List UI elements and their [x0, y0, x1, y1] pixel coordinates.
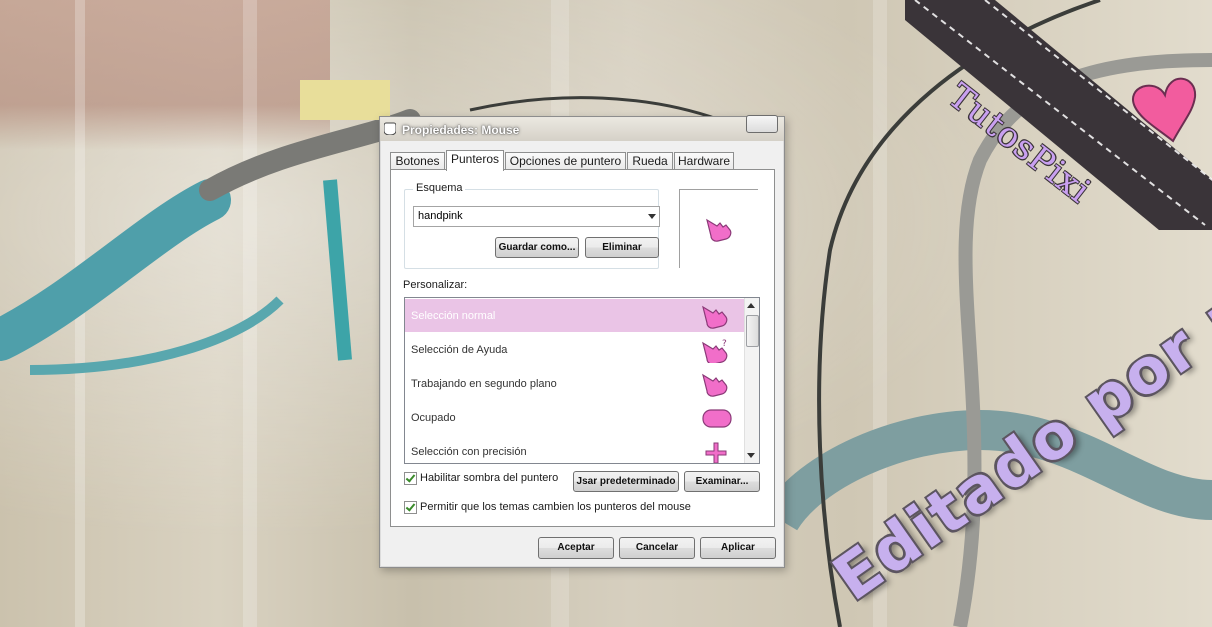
pink-hand-help-icon: ? — [702, 339, 728, 363]
cancel-button[interactable]: Cancelar — [619, 537, 695, 559]
apply-button[interactable]: Aplicar — [700, 537, 776, 559]
tab-punteros[interactable]: Punteros — [446, 150, 504, 171]
chevron-down-icon — [648, 214, 656, 219]
browse-button[interactable]: Examinar... — [684, 471, 760, 492]
mouse-properties-dialog: Propiedades: Mouse Botones Punteros Opci… — [379, 115, 785, 568]
pointer-row-help[interactable]: Selección de Ayuda ? — [405, 333, 744, 366]
pink-hand-pointer-icon — [702, 305, 728, 329]
pointer-row-precision[interactable]: Selección con precisión — [405, 435, 744, 463]
shadow-checkbox[interactable] — [404, 472, 417, 485]
shadow-label: Habilitar sombra del puntero — [420, 472, 559, 484]
pointer-row-label: Selección normal — [411, 310, 496, 322]
pink-crosshair-icon — [705, 442, 727, 463]
tab-rueda[interactable]: Rueda — [627, 152, 673, 170]
mouse-icon — [384, 122, 396, 135]
save-as-button[interactable]: Guardar como... — [495, 237, 579, 258]
pointer-row-label: Selección con precisión — [411, 446, 527, 458]
svg-text:?: ? — [722, 339, 727, 349]
use-default-button[interactable]: Jsar predeterminado — [573, 471, 679, 492]
customize-label: Personalizar: — [403, 279, 468, 291]
pointer-row-busy[interactable]: Ocupado — [405, 401, 744, 434]
scroll-thumb[interactable] — [746, 315, 759, 347]
pink-blob-busy-icon — [702, 409, 732, 428]
pointer-row-label: Ocupado — [411, 412, 456, 424]
pink-hand-pointer-icon — [706, 218, 732, 242]
pointer-preview — [679, 189, 758, 268]
pointer-row-normal[interactable]: Selección normal — [405, 299, 744, 332]
scheme-select-value: handpink — [418, 210, 463, 222]
delete-scheme-button[interactable]: Eliminar — [585, 237, 659, 258]
pointer-list-scrollbar[interactable] — [744, 298, 759, 463]
tab-botones[interactable]: Botones — [390, 152, 445, 170]
ok-button[interactable]: Aceptar — [538, 537, 614, 559]
tab-hardware[interactable]: Hardware — [674, 152, 734, 170]
dialog-title: Propiedades: Mouse — [402, 123, 520, 137]
scroll-up-icon[interactable] — [747, 303, 755, 308]
themes-checkbox[interactable] — [404, 501, 417, 514]
tab-opciones-de-puntero[interactable]: Opciones de puntero — [505, 152, 626, 170]
pointer-row-working[interactable]: Trabajando en segundo plano — [405, 367, 744, 400]
dialog-titlebar[interactable]: Propiedades: Mouse — [380, 115, 784, 141]
pointer-row-label: Trabajando en segundo plano — [411, 378, 557, 390]
close-button[interactable] — [746, 115, 778, 133]
themes-label: Permitir que los temas cambien los punte… — [420, 501, 691, 513]
scheme-groupbox: Esquema handpink Guardar como... Elimina… — [404, 182, 660, 269]
scroll-down-icon[interactable] — [747, 453, 755, 458]
pointer-row-label: Selección de Ayuda — [411, 344, 508, 356]
scheme-select[interactable]: handpink — [413, 206, 660, 227]
scheme-legend: Esquema — [413, 182, 466, 194]
punteros-panel: Esquema handpink Guardar como... Elimina… — [390, 169, 775, 527]
pink-hand-busy-icon — [702, 373, 728, 397]
pointer-list: Selección normal Selección de Ayuda ? Tr… — [404, 297, 760, 464]
